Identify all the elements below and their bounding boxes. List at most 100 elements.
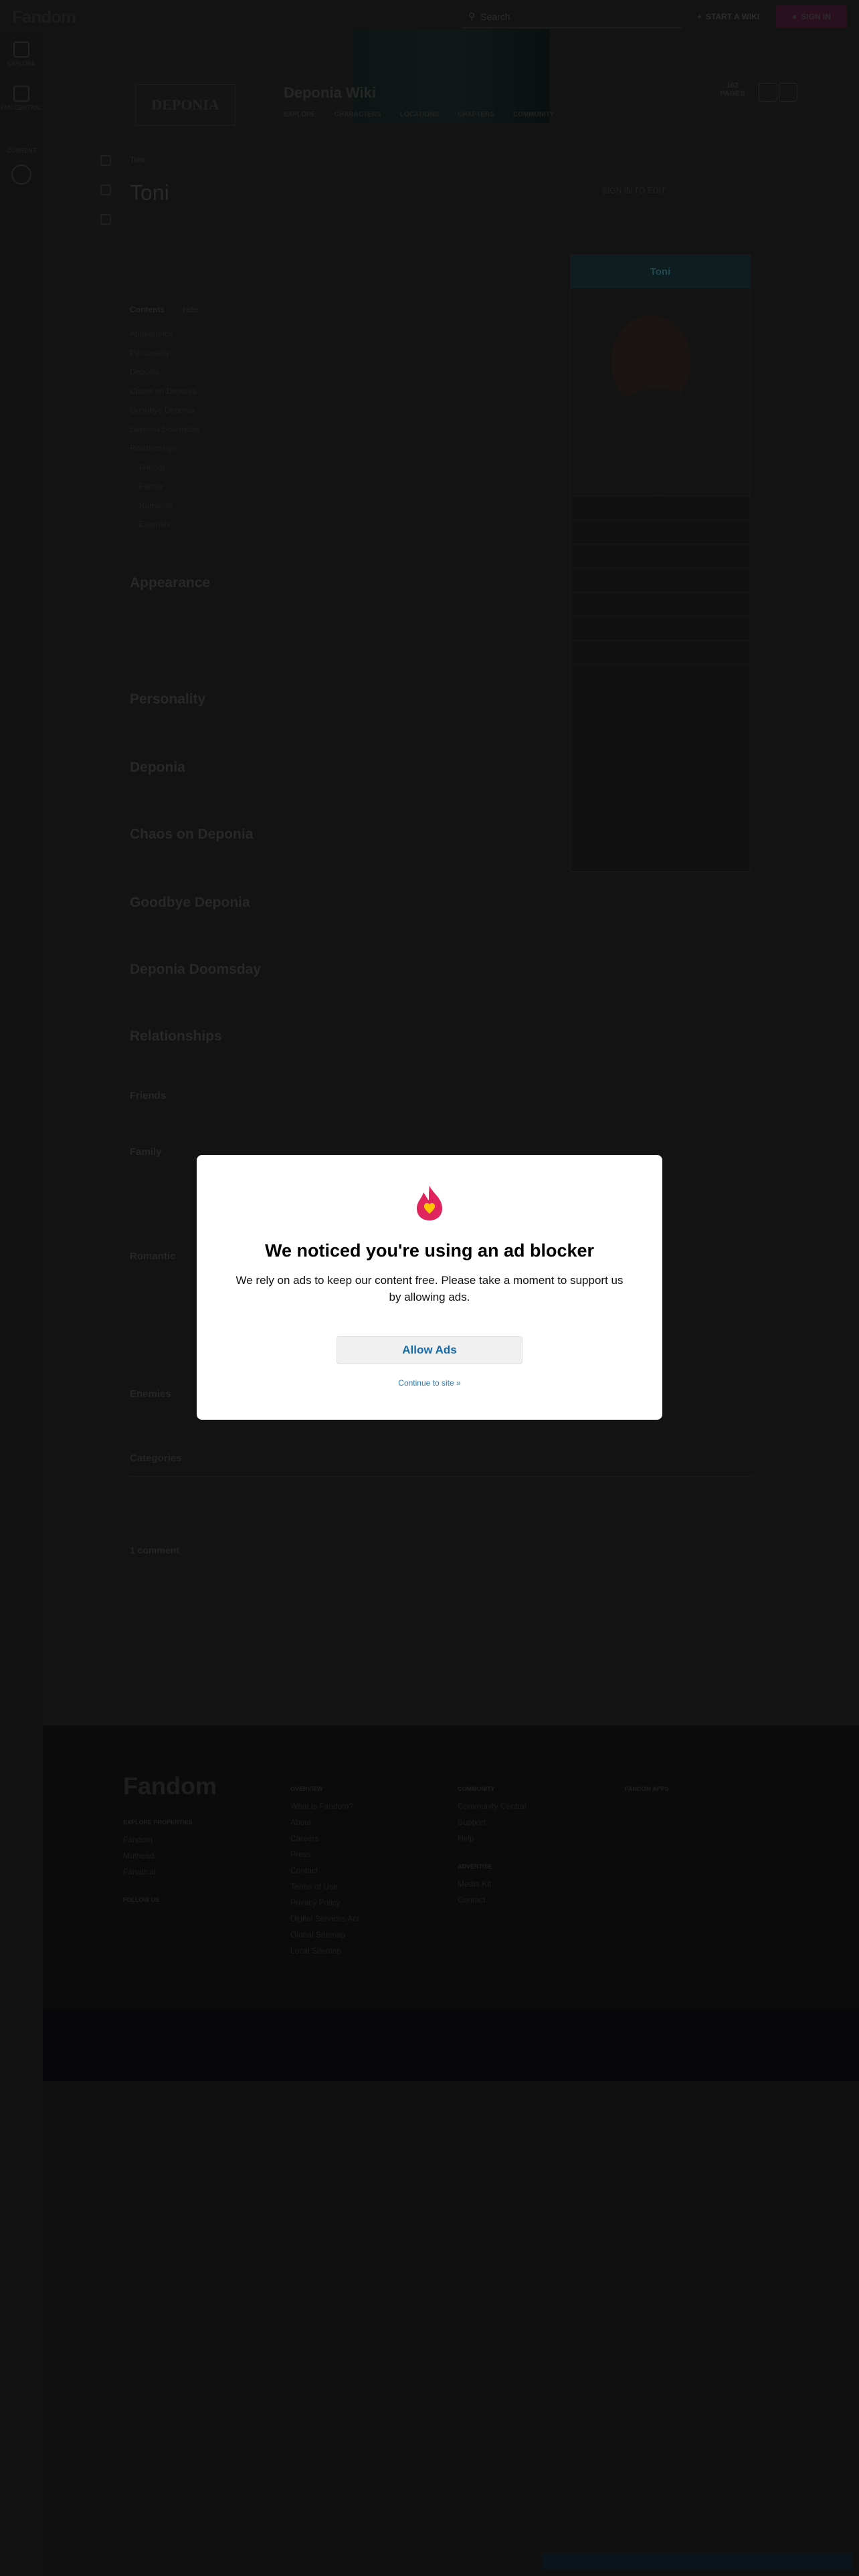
footer-col-overview: OVERVIEW What is Fandom? About Careers P… — [290, 1786, 359, 1962]
footer-link[interactable]: Media Kit — [458, 1879, 527, 1889]
footer-logo[interactable]: Fandom — [123, 1772, 217, 1800]
footer-link[interactable]: Press — [290, 1850, 359, 1859]
wiki-name[interactable]: Deponia Wiki — [284, 84, 376, 102]
continue-to-site-link[interactable]: Continue to site » — [197, 1378, 662, 1388]
page-tool-icon[interactable] — [100, 214, 111, 225]
allow-ads-button[interactable]: Allow Ads — [337, 1336, 522, 1364]
footer-heading: OVERVIEW — [290, 1786, 323, 1792]
page-tool-icon[interactable] — [100, 185, 111, 195]
global-rail: EXPLORE FAN CENTRAL CURRENT — [0, 33, 43, 2576]
section-heading-romantic: Romantic — [130, 1251, 176, 1262]
footer-link[interactable]: Careers — [290, 1834, 359, 1843]
footer-link[interactable]: Privacy Policy — [290, 1898, 359, 1907]
footer-link[interactable]: Fanatical — [123, 1867, 193, 1876]
footer-col-apps: FANDOM APPS — [625, 1786, 669, 1802]
rail-item-fan-central[interactable]: FAN CENTRAL — [0, 86, 43, 111]
footer-heading: ADVERTISE — [458, 1863, 492, 1870]
footer-link[interactable]: Terms of Use — [290, 1882, 359, 1891]
toc-title: Contents — [130, 305, 165, 314]
plus-icon: + — [697, 12, 702, 21]
section-heading-friends: Friends — [130, 1090, 167, 1101]
page-tool-icon[interactable] — [100, 155, 111, 166]
footer-link[interactable]: Digital Services Act — [290, 1914, 359, 1923]
section-heading-family: Family — [130, 1146, 162, 1158]
toc-item[interactable]: Family — [130, 481, 264, 501]
footer-link[interactable]: Local Sitemap — [290, 1946, 359, 1955]
infobox-title: Toni — [571, 255, 750, 288]
wiki-nav-chapters[interactable]: CHAPTERS — [458, 111, 494, 118]
toc-item[interactable]: Deponia — [130, 367, 264, 387]
toc-item[interactable]: Chaos on Deponia — [130, 387, 264, 406]
rail-item-label: FAN CENTRAL — [0, 104, 42, 111]
rail-current-label: CURRENT — [7, 147, 36, 154]
footer-heading: COMMUNITY — [458, 1786, 495, 1792]
footer-heading: FANDOM APPS — [625, 1786, 669, 1792]
footer-link[interactable]: Contact — [290, 1866, 359, 1875]
footer-link[interactable]: What is Fandom? — [290, 1802, 359, 1811]
wiki-tools-button[interactable] — [779, 83, 797, 102]
infobox-row — [571, 520, 750, 544]
categories-toggle[interactable]: Categories — [130, 1453, 752, 1477]
footer-link[interactable]: Community Central — [458, 1802, 527, 1811]
wiki-logo[interactable]: DEPONIA — [135, 84, 235, 126]
footer-link[interactable]: About — [290, 1818, 359, 1827]
pages-count: 162 PAGES — [720, 82, 745, 98]
start-a-wiki-button[interactable]: + START A WIKI — [689, 7, 767, 27]
rail-item-label: EXPLORE — [7, 60, 36, 67]
toc-item[interactable]: Deponia Doomsday — [130, 425, 264, 444]
wiki-avatar-icon — [11, 165, 31, 185]
breadcrumb[interactable]: Toni — [130, 155, 145, 165]
discuss-button[interactable] — [759, 83, 777, 102]
infobox-image[interactable] — [571, 288, 750, 496]
section-heading-deponia-doomsday: Deponia Doomsday — [130, 962, 262, 977]
infobox-row — [571, 592, 750, 616]
sign-in-label: SIGN IN — [801, 12, 831, 21]
rail-item-explore[interactable]: EXPLORE — [0, 41, 43, 67]
wiki-nav-community[interactable]: COMMUNITY — [513, 111, 555, 118]
section-heading-relationships: Relationships — [130, 1029, 222, 1044]
sign-in-to-edit-button[interactable]: SIGN IN TO EDIT — [602, 186, 666, 195]
wiki-nav-characters[interactable]: CHARACTERS — [335, 111, 381, 118]
wiki-header-image — [353, 29, 550, 123]
pages-count-number: 162 — [726, 82, 739, 90]
infobox-row — [571, 640, 750, 664]
search-input[interactable]: ⚲ Search — [462, 5, 682, 28]
toc-toggle[interactable]: hide — [183, 305, 198, 314]
section-heading-chaos-on-deponia: Chaos on Deponia — [130, 827, 254, 842]
page-actions: SIGN IN TO EDIT — [602, 186, 666, 195]
footer-link[interactable]: Fandom — [123, 1835, 193, 1844]
footer-bottom-bar — [43, 2009, 859, 2081]
section-heading-appearance: Appearance — [130, 575, 211, 591]
wiki-nav-locations[interactable]: LOCATIONS — [400, 111, 439, 118]
pages-count-label: PAGES — [720, 90, 745, 98]
toc-item[interactable]: Friends — [130, 463, 264, 482]
section-heading-goodbye-deponia: Goodbye Deponia — [130, 895, 250, 910]
toc-item[interactable]: Personality — [130, 348, 264, 368]
toc-item[interactable]: Enemies — [130, 520, 264, 539]
footer-link[interactable]: Contact — [458, 1895, 527, 1905]
infobox-row — [571, 664, 750, 688]
wiki-nav-explore[interactable]: EXPLORE — [284, 111, 316, 118]
search-icon: ⚲ — [468, 11, 476, 21]
toc-item[interactable]: Romantic — [130, 501, 264, 520]
global-navigation: Fandom ⚲ Search + START A WIKI ● SIGN IN — [0, 0, 859, 33]
toc-item[interactable]: Goodbye Deponia — [130, 405, 264, 425]
footer-link[interactable]: Help — [458, 1834, 527, 1843]
modal-title: We noticed you're using an ad blocker — [264, 1241, 595, 1261]
infobox-row — [571, 496, 750, 520]
infobox-row — [571, 616, 750, 640]
fandom-logo[interactable]: Fandom — [12, 7, 76, 27]
sign-in-button[interactable]: ● SIGN IN — [776, 5, 847, 28]
toc-item[interactable]: Relationships — [130, 443, 264, 463]
start-a-wiki-label: START A WIKI — [706, 12, 760, 21]
toc-header[interactable]: Contents hide — [130, 305, 264, 314]
footer-link[interactable]: Support — [458, 1818, 527, 1827]
footer-link[interactable]: Global Sitemap — [290, 1930, 359, 1939]
footer-link[interactable]: Muthead — [123, 1851, 193, 1860]
floating-toolbar[interactable] — [542, 2553, 854, 2571]
toc-item[interactable]: Appearance — [130, 329, 264, 348]
modal-body: We rely on ads to keep our content free.… — [235, 1274, 624, 1303]
grid-icon — [13, 41, 29, 58]
home-icon — [13, 86, 29, 102]
current-wiki-avatar[interactable] — [0, 165, 43, 187]
